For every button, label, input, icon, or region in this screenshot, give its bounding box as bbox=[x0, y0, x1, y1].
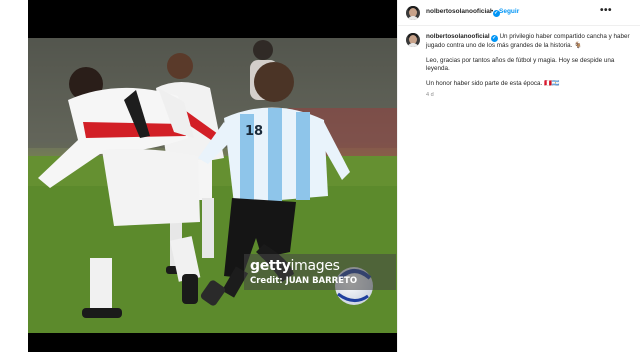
caption-avatar[interactable] bbox=[406, 33, 420, 47]
post-caption: nolbertosolanooficial ✓ Un privilegio hab… bbox=[426, 33, 632, 100]
header-username[interactable]: nolbertosolanooficial ✓ bbox=[426, 8, 500, 17]
jersey-number: 18 bbox=[245, 124, 264, 139]
more-options-icon[interactable]: ••• bbox=[600, 5, 612, 16]
caption-username[interactable]: nolbertosolanooficial bbox=[426, 33, 490, 40]
verified-badge-icon: ✓ bbox=[490, 35, 498, 42]
watermark-credit: Credit: JUAN BARRETO bbox=[250, 276, 358, 286]
follow-button[interactable]: Seguir bbox=[499, 8, 519, 15]
post-header: nolbertosolanooficial ✓ • Seguir ••• bbox=[398, 0, 640, 26]
watermark-brand-images: images bbox=[290, 258, 340, 274]
post-photo[interactable]: 18 gettyimages Credit: JUAN BARRETO bbox=[28, 38, 397, 333]
username-text[interactable]: nolbertosolanooficial bbox=[426, 8, 492, 15]
watermark-brand-getty: getty bbox=[250, 258, 291, 274]
separator-dot: • bbox=[491, 8, 494, 15]
post-timestamp[interactable]: 4 d bbox=[426, 91, 632, 100]
caption-line-2: Leo, gracias por tantos años de fútbol y… bbox=[426, 56, 615, 73]
avatar[interactable] bbox=[406, 6, 420, 20]
getty-watermark: gettyimages Credit: JUAN BARRETO bbox=[244, 254, 396, 290]
media-frame: 18 gettyimages Credit: JUAN BARRETO bbox=[28, 0, 397, 352]
watermark-brand: gettyimages bbox=[250, 258, 340, 274]
post-media-panel: 18 gettyimages Credit: JUAN BARRETO bbox=[0, 0, 397, 352]
post-side-panel: nolbertosolanooficial ✓ • Seguir ••• nolb… bbox=[397, 0, 640, 352]
caption-paragraph-1: nolbertosolanooficial ✓ Un privilegio hab… bbox=[426, 33, 632, 51]
caption-line-3: Un honor haber sido parte de esta época.… bbox=[426, 79, 560, 87]
